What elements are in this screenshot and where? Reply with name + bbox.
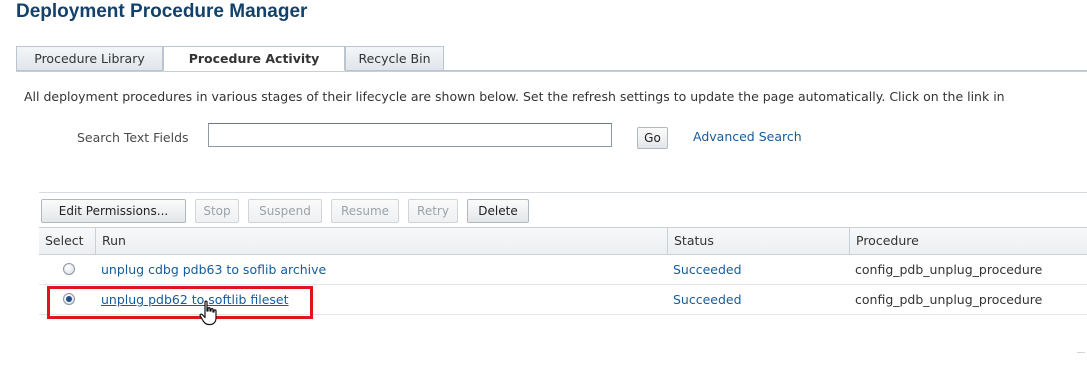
suspend-button[interactable]: Suspend	[248, 199, 322, 223]
tab-procedure-library[interactable]: Procedure Library	[16, 46, 163, 70]
column-header-procedure[interactable]: Procedure	[849, 228, 1087, 254]
tab-bar: Procedure Library Procedure Activity Rec…	[16, 24, 1087, 72]
column-header-select: Select	[45, 233, 84, 248]
advanced-search-link[interactable]: Advanced Search	[693, 129, 802, 144]
row-select-radio[interactable]	[63, 263, 75, 275]
edit-permissions-button[interactable]: Edit Permissions...	[41, 199, 186, 223]
run-link[interactable]: unplug cdbg pdb63 to soflib archive	[101, 255, 326, 285]
action-toolbar: Edit Permissions... Stop Suspend Resume …	[39, 192, 1087, 223]
column-header-run[interactable]: Run	[95, 228, 667, 254]
delete-button[interactable]: Delete	[467, 199, 529, 223]
go-button[interactable]: Go	[637, 127, 668, 149]
table-row: unplug cdbg pdb63 to soflib archive Succ…	[39, 255, 1087, 285]
highlight-box	[47, 286, 313, 319]
column-header-status[interactable]: Status	[667, 228, 849, 254]
page-title: Deployment Procedure Manager	[16, 1, 308, 22]
resume-button[interactable]: Resume	[331, 199, 399, 223]
procedure-name: config_pdb_unplug_procedure	[855, 262, 1043, 277]
tab-procedure-activity[interactable]: Procedure Activity	[163, 46, 345, 71]
table-header: Select Run Status Procedure	[39, 227, 1087, 255]
procedure-name: config_pdb_unplug_procedure	[855, 292, 1043, 307]
scrollbar-edge	[1077, 352, 1085, 353]
retry-button[interactable]: Retry	[408, 199, 458, 223]
hand-pointer-icon	[198, 300, 220, 326]
page-description: All deployment procedures in various sta…	[24, 89, 1005, 104]
search-label: Search Text Fields	[77, 130, 189, 145]
search-input[interactable]	[208, 123, 612, 147]
stop-button[interactable]: Stop	[195, 199, 239, 223]
status-link[interactable]: Succeeded	[673, 255, 742, 285]
status-link[interactable]: Succeeded	[673, 285, 742, 315]
tab-recycle-bin[interactable]: Recycle Bin	[345, 46, 444, 70]
